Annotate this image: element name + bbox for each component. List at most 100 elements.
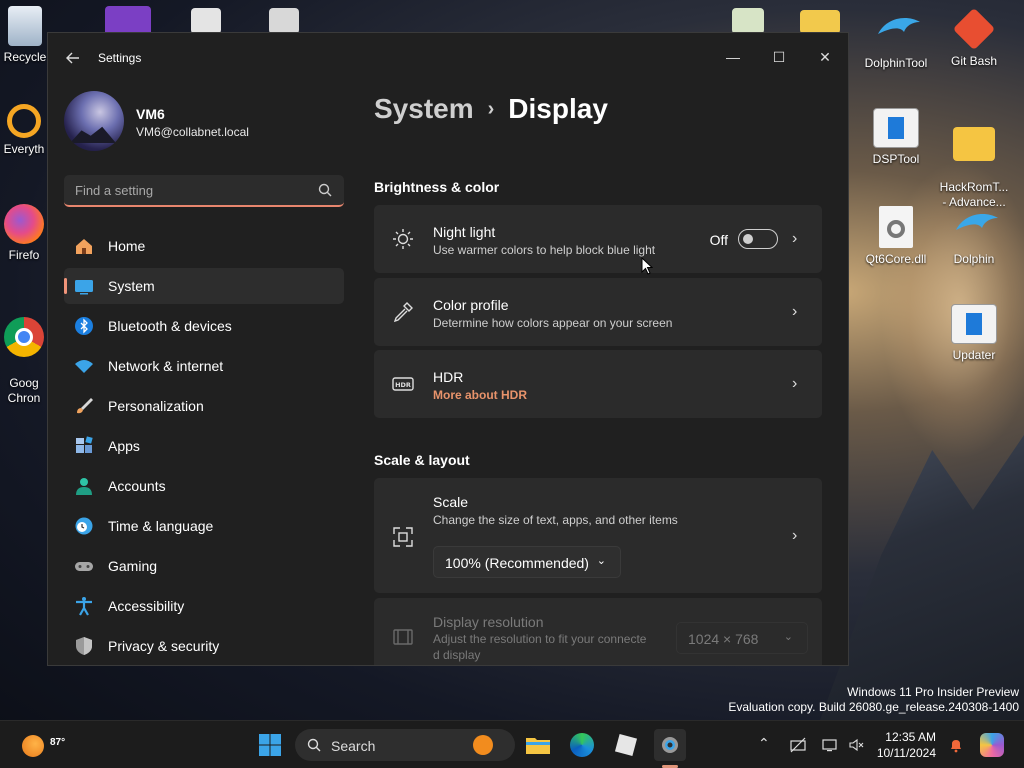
sidebar-item-label: Accessibility [108, 598, 185, 614]
taskbar-search-label: Search [331, 738, 376, 754]
display-resolution-title: Display resolution [433, 614, 544, 630]
copilot-icon [980, 733, 1004, 757]
folder-icon [526, 738, 550, 754]
taskbar-search[interactable]: Search [295, 729, 515, 761]
sidebar-item-gaming[interactable]: Gaming [64, 548, 344, 584]
sidebar-item-label: Privacy & security [108, 638, 220, 654]
desktop-icon-dolphintool[interactable]: DolphinTool [858, 12, 934, 71]
chrome-icon [4, 317, 44, 357]
show-hidden-icons-button[interactable]: ⌃ [758, 735, 770, 752]
desktop-icon-label: Dolphin [953, 252, 995, 266]
night-light-toggle[interactable] [738, 229, 778, 249]
search-input[interactable] [64, 175, 304, 205]
taskbar-file-explorer[interactable] [522, 729, 554, 761]
apps-icon [76, 436, 93, 453]
brush-icon [77, 398, 93, 414]
notification-bell-icon[interactable] [948, 737, 964, 753]
desktop-icon-git-bash[interactable]: Git Bash [936, 7, 1012, 69]
desktop-icon-recycle-bin[interactable]: Recycle [0, 6, 50, 65]
home-icon [76, 239, 92, 254]
roblox-icon [614, 733, 638, 757]
copilot-button[interactable] [978, 731, 1006, 759]
start-button[interactable] [254, 729, 286, 761]
sidebar-item-apps[interactable]: Apps [64, 428, 344, 464]
hdr-link[interactable]: More about HDR [433, 388, 527, 402]
display-resolution-desc-line2: d display [433, 648, 481, 662]
color-profile-title: Color profile [433, 297, 509, 313]
avatar [64, 91, 124, 151]
mouse-cursor-icon [641, 257, 653, 275]
watermark-line1: Windows 11 Pro Insider Preview [847, 685, 1019, 699]
gear-icon [662, 737, 678, 753]
display-icon[interactable] [822, 737, 838, 753]
desktop-icon-label: HackRomT... - Advance... [939, 180, 1009, 209]
desktop-icon-label: Qt6Core.dll [865, 252, 927, 266]
scale-dropdown-value: 100% (Recommended) [445, 555, 589, 571]
profile-email: VM6@collabnet.local [136, 125, 249, 139]
minimize-button[interactable]: — [710, 41, 756, 73]
color-profile-card[interactable]: Color profile Determine how colors appea… [374, 278, 822, 346]
chevron-down-icon: ⌄ [783, 631, 793, 643]
user-profile[interactable]: VM6 VM6@collabnet.local [64, 91, 354, 155]
sidebar-item-accessibility[interactable]: Accessibility [64, 588, 344, 624]
scale-icon [393, 527, 413, 547]
sidebar-item-label: Apps [108, 438, 140, 454]
sidebar-item-system[interactable]: System [64, 268, 344, 304]
desktop-icon-label: DolphinTool [864, 56, 928, 70]
taskbar-edge[interactable] [566, 729, 598, 761]
section-title-scale: Scale & layout [374, 452, 470, 468]
desktop-icon-label: Updater [952, 348, 996, 362]
desktop-icon-dolphin[interactable]: Dolphin [936, 208, 1012, 267]
chevron-right-icon: › [792, 230, 798, 247]
sidebar-item-home[interactable]: Home [64, 228, 344, 264]
display-resolution-desc-line1: Adjust the resolution to fit your connec… [433, 632, 647, 646]
hdr-card[interactable]: HDR HDR More about HDR › [374, 350, 822, 418]
close-button[interactable]: ✕ [802, 41, 848, 73]
document-icon [191, 8, 221, 34]
taskbar-date: 10/11/2024 [876, 746, 936, 760]
sidebar-item-personalization[interactable]: Personalization [64, 388, 344, 424]
taskbar-settings[interactable] [654, 729, 686, 761]
desktop-icon-dsptool[interactable]: DSPTool [858, 108, 934, 167]
dolphin-icon [954, 208, 998, 248]
sidebar-item-privacy[interactable]: Privacy & security [64, 628, 344, 664]
everything-search-icon [7, 104, 41, 138]
settings-window: Settings — ☐ ✕ VM6 VM6@collabnet.local H… [47, 32, 849, 666]
chevron-right-icon: › [792, 527, 798, 544]
gamepad-icon [75, 562, 93, 571]
dolphin-icon [876, 12, 920, 52]
pumpkin-icon [473, 735, 493, 755]
desktop-icon-everything[interactable]: Everyth [0, 104, 48, 157]
sidebar-item-bluetooth[interactable]: Bluetooth & devices [64, 308, 344, 344]
back-button[interactable] [62, 47, 84, 69]
scale-card[interactable]: Scale Change the size of text, apps, and… [374, 478, 822, 593]
sidebar-item-accounts[interactable]: Accounts [64, 468, 344, 504]
taskbar-clock[interactable]: 12:35 AM 10/11/2024 [876, 729, 936, 761]
gear-file-icon [269, 8, 299, 34]
desktop-icon-updater[interactable]: Updater [936, 304, 1012, 363]
system-icon [75, 280, 93, 295]
search-icon [318, 183, 332, 197]
night-light-card[interactable]: Night light Use warmer colors to help bl… [374, 205, 822, 273]
profile-name: VM6 [136, 106, 165, 122]
network-icon[interactable] [790, 737, 806, 753]
weather-widget[interactable]: 87° [18, 729, 68, 761]
sidebar-item-time-language[interactable]: Time & language [64, 508, 344, 544]
desktop-icon-qt6core[interactable]: Qt6Core.dll [858, 206, 934, 267]
sidebar-item-network[interactable]: Network & internet [64, 348, 344, 384]
night-light-desc: Use warmer colors to help block blue lig… [433, 243, 656, 257]
firefox-icon [4, 204, 44, 244]
maximize-button[interactable]: ☐ [756, 41, 802, 73]
scale-dropdown[interactable]: 100% (Recommended) ⌄ [433, 546, 621, 578]
volume-muted-icon[interactable] [848, 737, 864, 753]
desktop-icon-chrome[interactable]: Goog Chron [0, 302, 48, 421]
night-light-state: Off [709, 232, 728, 248]
hdr-icon: HDR [392, 377, 414, 391]
wallpaper-mountain [820, 435, 1024, 720]
window-app-icon [951, 304, 997, 344]
breadcrumb-parent[interactable]: System [374, 93, 474, 124]
desktop-icon-firefox[interactable]: Firefo [0, 204, 48, 263]
search-box[interactable] [64, 175, 344, 207]
taskbar-roblox[interactable] [610, 729, 642, 761]
desktop-icon-label: DSPTool [872, 152, 920, 166]
